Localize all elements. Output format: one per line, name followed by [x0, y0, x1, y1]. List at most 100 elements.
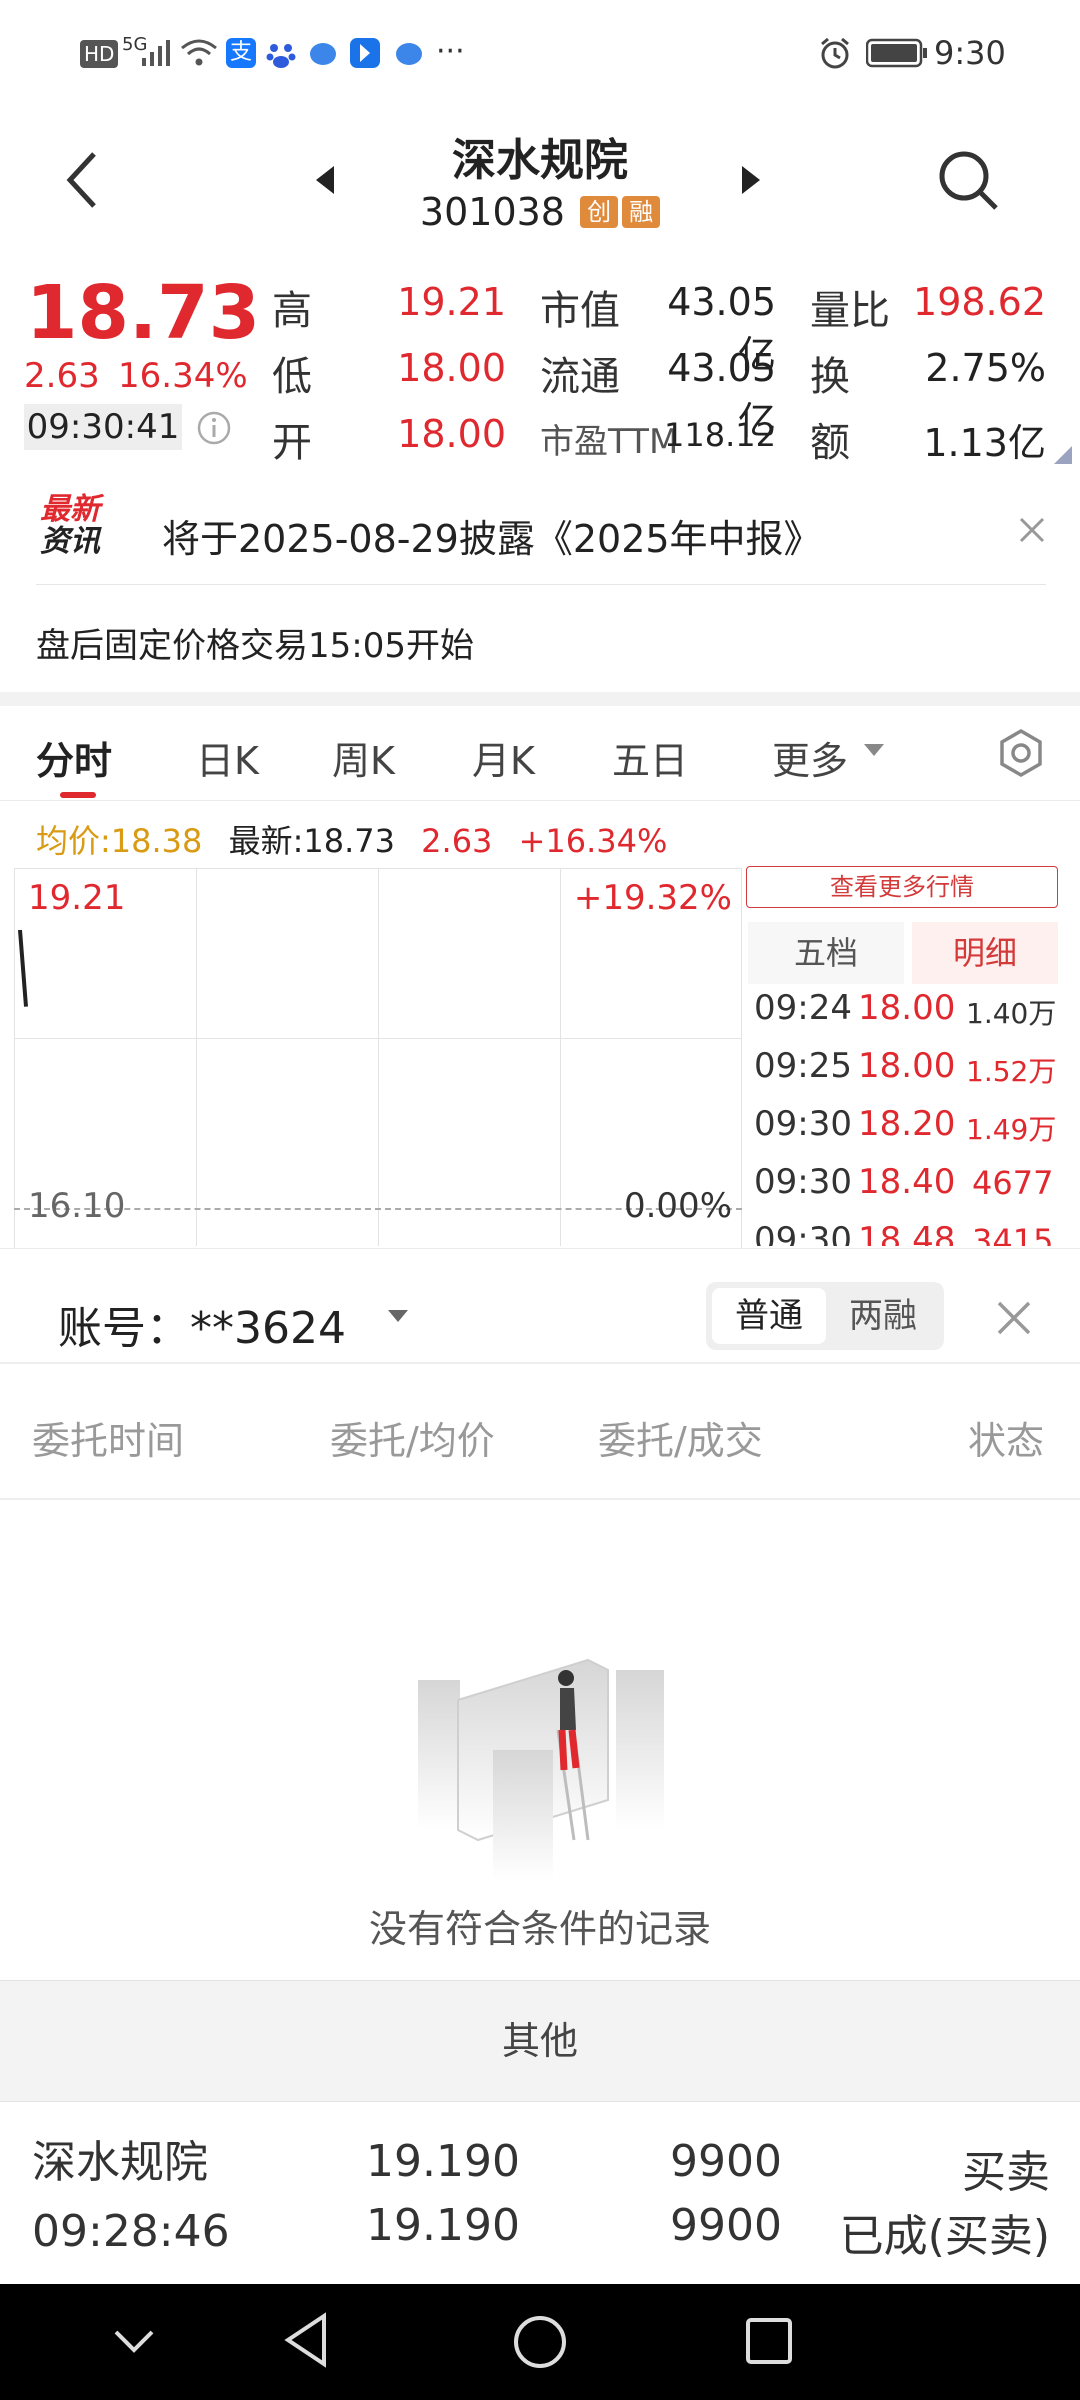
- divider: [0, 1362, 1080, 1364]
- low-value: 18.00: [397, 346, 506, 390]
- corner-triangle-icon: [1054, 446, 1072, 464]
- toggle-margin[interactable]: 两融: [826, 1288, 940, 1344]
- search-icon[interactable]: [936, 148, 1000, 212]
- nav-back-icon[interactable]: [282, 2312, 332, 2368]
- account-number: **3624: [190, 1303, 346, 1354]
- divider: [0, 1498, 1080, 1500]
- tick-time: 09:30: [754, 1220, 852, 1246]
- tick-time: 09:25: [754, 1046, 852, 1086]
- close-panel-icon[interactable]: [996, 1300, 1032, 1336]
- record-avg-price: 19.190: [366, 2200, 520, 2251]
- account-selector[interactable]: 账号：**3624: [58, 1292, 346, 1356]
- wifi-icon: [181, 39, 217, 66]
- close-news-icon[interactable]: [1018, 516, 1046, 544]
- tab-monthly-k[interactable]: 月K: [472, 730, 535, 785]
- info-icon[interactable]: [196, 410, 232, 446]
- baidu-icon: [266, 44, 296, 68]
- next-stock-icon[interactable]: [738, 164, 764, 196]
- tick-volume: 1.40万: [966, 997, 1057, 1030]
- empty-text: 没有符合条件的记录: [368, 1907, 711, 1951]
- turnover-value: 2.75%: [925, 346, 1046, 390]
- record-order-qty: 9900: [670, 2136, 782, 2187]
- news-text[interactable]: 将于2025-08-29披露《2025年中报》: [162, 508, 822, 563]
- system-nav-bar: [0, 2284, 1080, 2400]
- account-dropdown-icon[interactable]: [386, 1308, 410, 1324]
- prev-stock-icon[interactable]: [312, 164, 338, 196]
- tick-time: 09:24: [754, 988, 852, 1028]
- chart-change: 2.63: [421, 822, 493, 860]
- tick-volume: 4677: [972, 1164, 1054, 1202]
- nav-down-icon[interactable]: [112, 2326, 156, 2356]
- tab-five-day[interactable]: 五日: [612, 730, 688, 785]
- tick-price: 18.00: [858, 1046, 956, 1086]
- record-filled-qty: 9900: [670, 2200, 782, 2251]
- tab-intraday[interactable]: 分时: [36, 730, 112, 785]
- stock-name: 深水规院: [452, 135, 628, 186]
- tick-price: 18.48: [858, 1220, 956, 1246]
- pe-value: 118.12: [664, 416, 776, 454]
- tick-time: 09:30: [754, 1104, 852, 1144]
- tab-weekly-k[interactable]: 周K: [332, 730, 395, 785]
- tab-five-levels[interactable]: 五档: [748, 922, 904, 984]
- tab-active-indicator: [60, 792, 96, 798]
- other-title: 其他: [501, 2019, 578, 2063]
- record-stock-name: 深水规院: [32, 2137, 208, 2188]
- tick-time: 09:30: [754, 1162, 852, 1202]
- price-line-svg: [18, 929, 28, 1007]
- open-value: 18.00: [397, 412, 506, 456]
- tick-row: 09:30 18.40 4677: [746, 1158, 1064, 1216]
- low-label: 低: [272, 354, 312, 400]
- tick-volume: 1.52万: [966, 1055, 1057, 1088]
- tick-row: 09:25 18.00 1.52万: [746, 1042, 1064, 1100]
- app-icon-3: [396, 43, 422, 65]
- vol-ratio-value: 198.62: [913, 280, 1046, 324]
- vol-ratio-label: 量比: [810, 288, 890, 334]
- high-value: 19.21: [397, 280, 506, 324]
- price-change: 2.63: [24, 356, 100, 396]
- app-icon: [310, 43, 336, 65]
- float-label: 流通: [540, 354, 620, 400]
- other-section-header: 其他: [0, 1980, 1080, 2102]
- record-order-type: 买卖: [962, 2147, 1050, 2198]
- turnover-label: 换: [810, 354, 850, 400]
- divider: [36, 584, 1046, 585]
- news-badge-line1: 最新: [40, 492, 100, 527]
- alipay-icon: 支: [226, 38, 256, 68]
- tick-price: 18.20: [858, 1104, 956, 1144]
- price-change-pct: 16.34%: [118, 356, 248, 396]
- toggle-normal[interactable]: 普通: [712, 1288, 826, 1344]
- settings-icon[interactable]: [996, 728, 1046, 778]
- tab-more[interactable]: 更多: [772, 730, 848, 785]
- tab-daily-k[interactable]: 日K: [196, 730, 259, 785]
- status-bar: HD 5G 支 ··· 9:30: [0, 0, 1080, 100]
- last-price: 18.73: [26, 270, 261, 356]
- chart-info: 均价:18.38 最新:18.73 2.63 +16.34%: [36, 816, 667, 862]
- amount-label: 额: [810, 420, 850, 466]
- tick-list: 09:24 18.00 1.40万 09:25 18.00 1.52万 09:3…: [746, 984, 1064, 1246]
- tick-row: 09:24 18.00 1.40万: [746, 984, 1064, 1042]
- account-type-toggle: 普通 两融: [706, 1282, 944, 1350]
- back-icon[interactable]: [62, 148, 102, 212]
- stock-header: 深水规院 301038 创融: [0, 100, 1080, 260]
- account-label: 账号：: [58, 1303, 190, 1354]
- mcap-label: 市值: [540, 288, 620, 334]
- hd-icon: HD: [80, 40, 119, 68]
- col-order-time: 委托时间: [32, 1419, 185, 1463]
- avg-price: 均价:18.38: [36, 822, 203, 860]
- nav-recents-icon[interactable]: [744, 2316, 794, 2366]
- news-badge: 最新 资讯: [40, 494, 100, 558]
- col-order-qty: 委托/成交: [598, 1419, 763, 1463]
- battery-icon: [866, 38, 927, 68]
- chart-change-pct: +16.34%: [518, 822, 668, 860]
- record-status: 已成(买卖): [839, 2211, 1050, 2262]
- more-quotes-button[interactable]: 查看更多行情: [746, 866, 1058, 908]
- nav-home-icon[interactable]: [512, 2314, 568, 2370]
- tick-row: 09:30 18.20 1.49万: [746, 1100, 1064, 1158]
- signal-bars-icon: [142, 40, 170, 66]
- tick-volume: 1.49万: [966, 1113, 1057, 1146]
- tab-detail[interactable]: 明细: [912, 922, 1058, 984]
- app-icon-2: [350, 38, 380, 68]
- stock-code: 301038: [419, 190, 565, 234]
- col-order-price: 委托/均价: [330, 1419, 495, 1463]
- news-badge-line2: 资讯: [40, 524, 100, 559]
